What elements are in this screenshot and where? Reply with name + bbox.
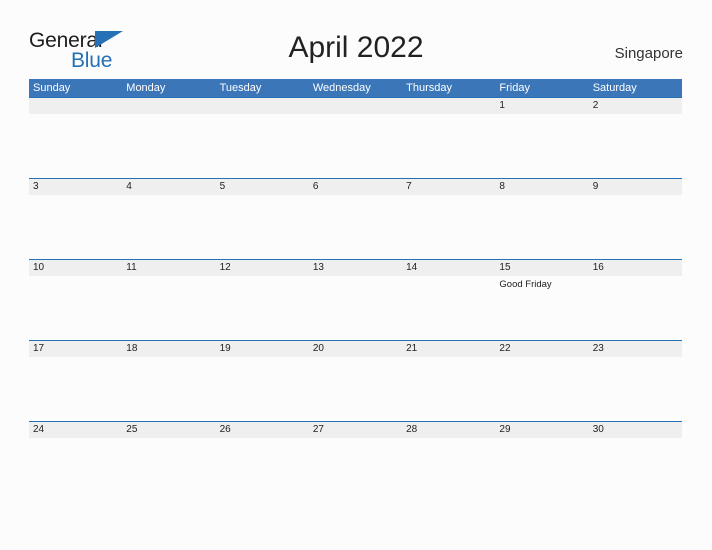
- day-cell[interactable]: 28: [402, 422, 496, 502]
- day-cell[interactable]: 30: [588, 422, 682, 502]
- day-number: 22: [495, 341, 589, 357]
- day-number: 3: [29, 179, 123, 195]
- day-number: 14: [402, 260, 496, 276]
- day-cell[interactable]: 15 Good Friday: [495, 260, 589, 340]
- day-cell[interactable]: 5: [215, 179, 309, 259]
- day-cell[interactable]: 19: [215, 341, 309, 421]
- day-number: 18: [122, 341, 216, 357]
- day-cell[interactable]: 21: [402, 341, 496, 421]
- day-cell[interactable]: 6: [308, 179, 403, 259]
- day-cell[interactable]: 22: [495, 341, 589, 421]
- day-number: 12: [215, 260, 309, 276]
- week-row: 1 2: [29, 97, 682, 178]
- day-number: 17: [29, 341, 123, 357]
- day-cell[interactable]: 20: [308, 341, 403, 421]
- day-cell[interactable]: 1: [495, 98, 589, 178]
- day-number: [308, 98, 403, 114]
- day-number: 1: [495, 98, 589, 114]
- day-cell[interactable]: [402, 98, 496, 178]
- week-row: 3 4 5 6 7 8 9: [29, 178, 682, 259]
- page-header: General Blue April 2022 Singapore: [0, 0, 712, 78]
- day-number: 19: [215, 341, 309, 357]
- day-cell[interactable]: 12: [215, 260, 309, 340]
- calendar-grid: Sunday Monday Tuesday Wednesday Thursday…: [29, 79, 682, 502]
- day-number: 30: [588, 422, 682, 438]
- day-number: 29: [495, 422, 589, 438]
- day-number: 4: [122, 179, 216, 195]
- day-number: 28: [402, 422, 496, 438]
- day-number: 23: [588, 341, 682, 357]
- day-cell[interactable]: 26: [215, 422, 309, 502]
- day-number: 9: [588, 179, 682, 195]
- day-number: 5: [215, 179, 309, 195]
- day-cell[interactable]: 8: [495, 179, 589, 259]
- day-number: 27: [308, 422, 403, 438]
- day-number: [402, 98, 496, 114]
- day-cell[interactable]: 29: [495, 422, 589, 502]
- weekday-header-thursday: Thursday: [406, 82, 452, 94]
- day-number: [29, 98, 123, 114]
- day-cell[interactable]: [29, 98, 123, 178]
- day-cell[interactable]: 7: [402, 179, 496, 259]
- day-cell[interactable]: 13: [308, 260, 403, 340]
- day-cell[interactable]: 23: [588, 341, 682, 421]
- day-cell[interactable]: 24: [29, 422, 123, 502]
- day-number: 16: [588, 260, 682, 276]
- day-number: 7: [402, 179, 496, 195]
- day-number: 15: [495, 260, 589, 276]
- day-cell[interactable]: 10: [29, 260, 123, 340]
- day-number: 26: [215, 422, 309, 438]
- day-cell[interactable]: 16: [588, 260, 682, 340]
- day-number: 20: [308, 341, 403, 357]
- day-cell[interactable]: [215, 98, 309, 178]
- day-event: Good Friday: [499, 279, 552, 290]
- day-number: [122, 98, 216, 114]
- day-number: 2: [588, 98, 682, 114]
- day-cell[interactable]: 9: [588, 179, 682, 259]
- day-cell[interactable]: 18: [122, 341, 216, 421]
- weekday-header-friday: Friday: [499, 82, 530, 94]
- weekday-header-row: Sunday Monday Tuesday Wednesday Thursday…: [29, 79, 682, 97]
- day-cell[interactable]: [122, 98, 216, 178]
- day-cell[interactable]: [308, 98, 403, 178]
- day-cell[interactable]: 11: [122, 260, 216, 340]
- weekday-header-monday: Monday: [126, 82, 166, 94]
- day-cell[interactable]: 3: [29, 179, 123, 259]
- week-row: 24 25 26 27 28 29 30: [29, 421, 682, 502]
- week-row: 10 11 12 13 14 15 Good Friday 16: [29, 259, 682, 340]
- day-cell[interactable]: 2: [588, 98, 682, 178]
- day-number: [215, 98, 309, 114]
- day-number: 21: [402, 341, 496, 357]
- page-title: April 2022: [288, 31, 424, 64]
- weekday-header-tuesday: Tuesday: [219, 82, 262, 94]
- day-number: 24: [29, 422, 123, 438]
- day-cell[interactable]: 27: [308, 422, 403, 502]
- day-cell[interactable]: 25: [122, 422, 216, 502]
- day-number: 11: [122, 260, 216, 276]
- week-row: 17 18 19 20 21 22 23: [29, 340, 682, 421]
- day-cell[interactable]: 14: [402, 260, 496, 340]
- day-number: 13: [308, 260, 403, 276]
- day-cell[interactable]: 17: [29, 341, 123, 421]
- day-number: 6: [308, 179, 403, 195]
- day-number: 25: [122, 422, 216, 438]
- weekday-header-saturday: Saturday: [592, 82, 637, 94]
- day-cell[interactable]: 4: [122, 179, 216, 259]
- day-number: 10: [29, 260, 123, 276]
- location-label: Singapore: [614, 45, 683, 62]
- weekday-header-wednesday: Wednesday: [312, 82, 371, 94]
- weekday-header-sunday: Sunday: [33, 82, 71, 94]
- day-number: 8: [495, 179, 589, 195]
